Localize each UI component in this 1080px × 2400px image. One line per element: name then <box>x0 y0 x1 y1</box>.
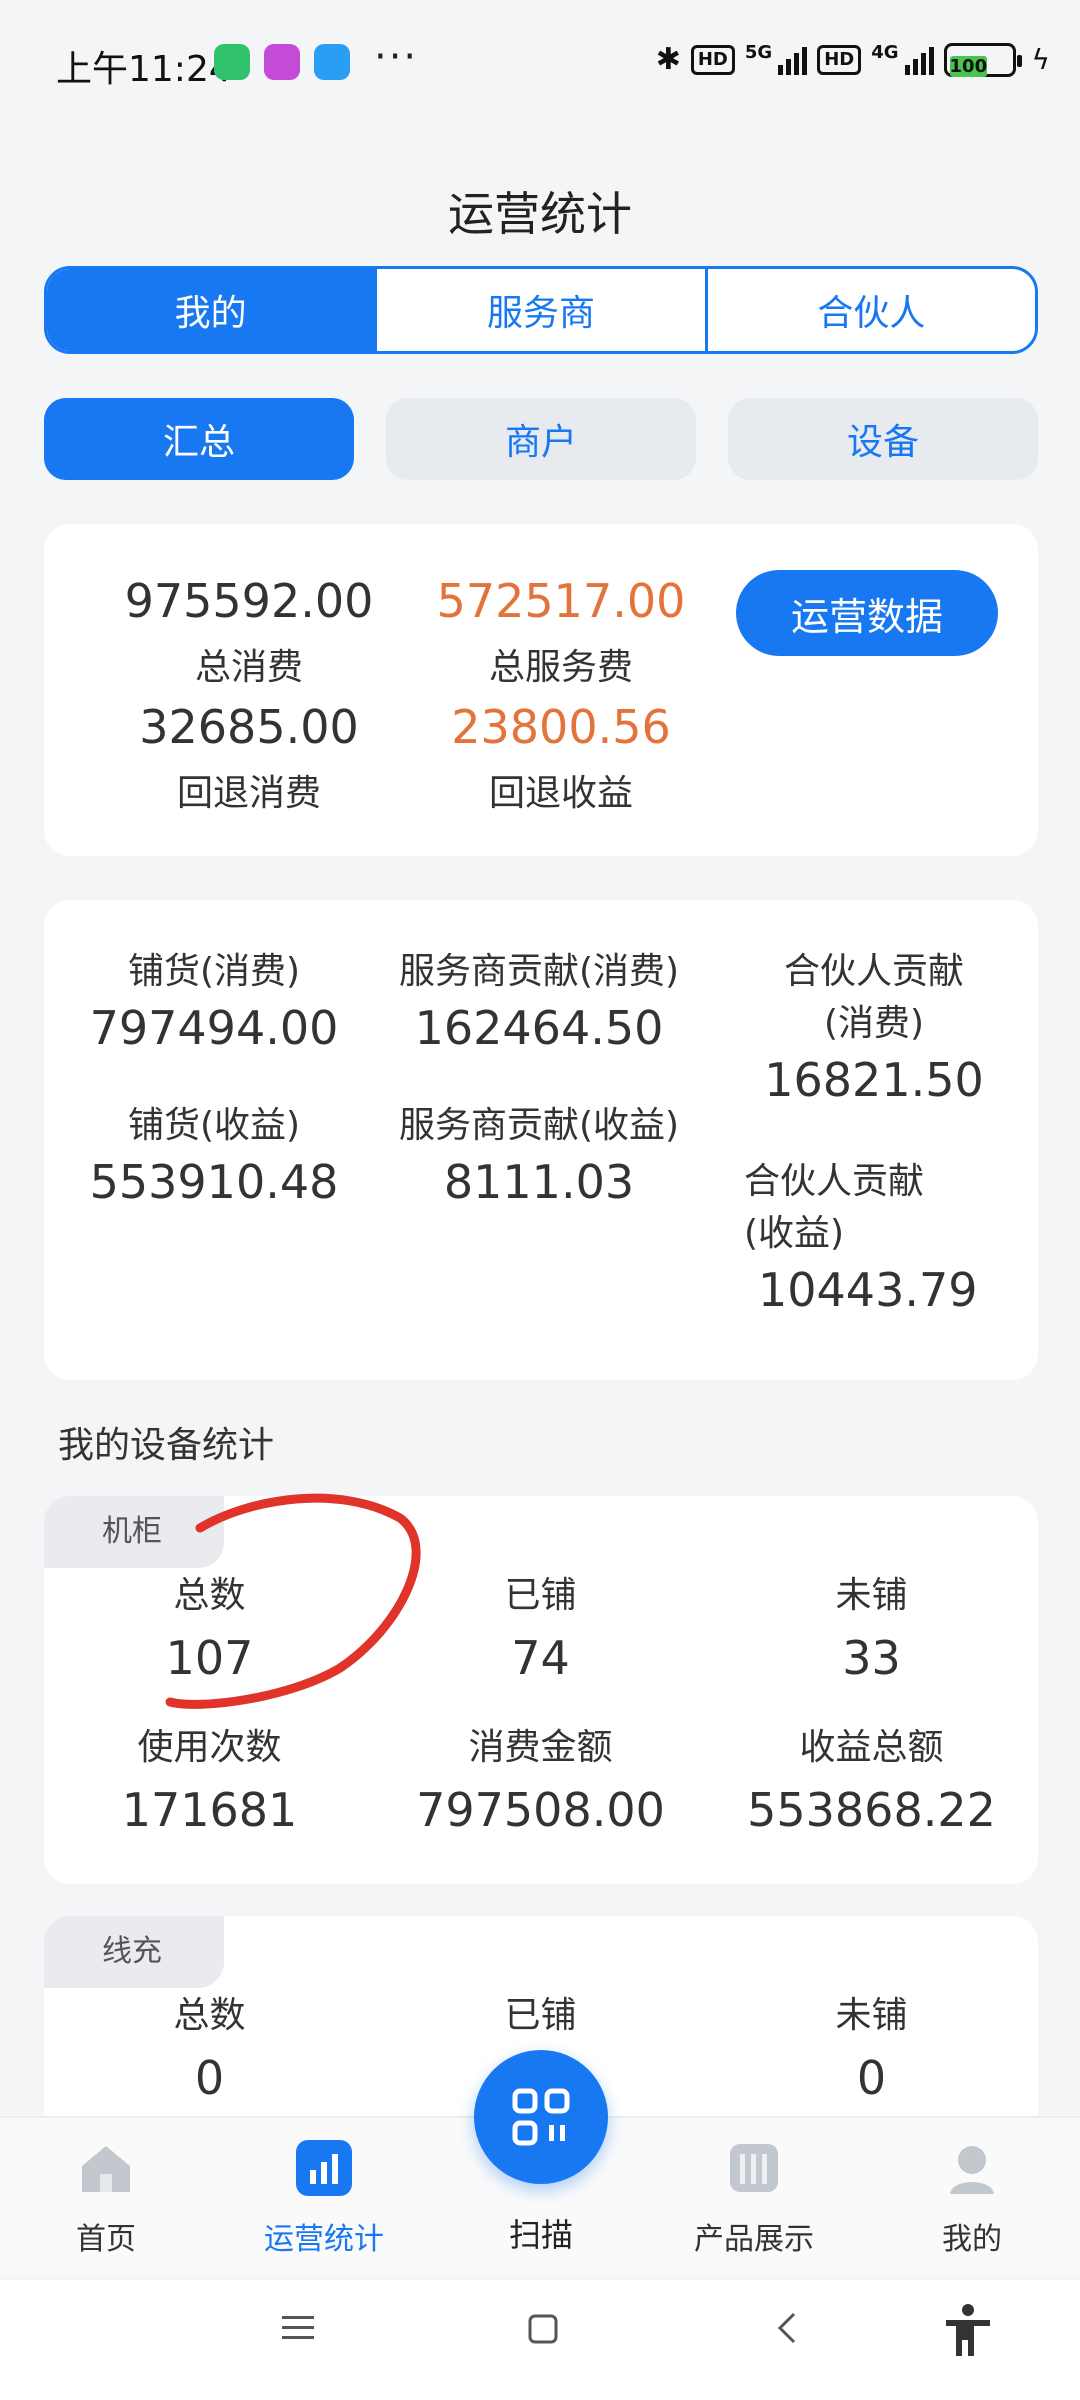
cabinet-uses-value: 171681 <box>121 1783 298 1837</box>
partner-income-label: 合伙人贡献 <box>744 1161 925 1202</box>
partner-consumption-label: 合伙人贡献 <box>783 951 964 992</box>
cable-undeployed-label: 未铺 <box>835 1995 908 2036</box>
device-section-title: 我的设备统计 <box>58 1425 275 1466</box>
home-square-icon[interactable] <box>522 2308 562 2348</box>
nav-products-label: 产品展示 <box>694 2222 814 2257</box>
user-avatar-icon <box>950 2146 994 2194</box>
tab-partner[interactable]: 合伙人 <box>708 269 1035 351</box>
cable-deployed-label: 已铺 <box>504 1995 577 2036</box>
bluetooth-icon: ✱ <box>655 42 681 77</box>
hd-icon-2: HD <box>817 44 862 75</box>
total-consumption-label: 总消费 <box>194 647 303 688</box>
partner-consumption: 合伙人贡献 (消费) 16821.50 <box>724 946 1024 1110</box>
cabinet-undeployed: 未铺 33 <box>706 1566 1037 1690</box>
nav-home[interactable]: 首页 <box>16 2140 196 2258</box>
ops-data-button[interactable]: 运营数据 <box>736 570 998 656</box>
cable-tag: 线充 <box>44 1916 224 1988</box>
nav-stats[interactable]: 运营统计 <box>234 2140 414 2258</box>
cabinet-row-2: 使用次数 171681 消费金额 797508.00 收益总额 553868.2… <box>44 1718 1038 1842</box>
total-service-fee-value: 572517.00 <box>436 574 686 628</box>
cable-undeployed: 未铺 0 <box>706 1986 1037 2110</box>
status-bar: 上午11:24 ··· ✱ HD 5G HD 4G 100 ϟ <box>0 0 1080 130</box>
cable-total: 总数 0 <box>44 1986 375 2110</box>
partner-consumption-value: 16821.50 <box>764 1053 984 1107</box>
app-icon <box>264 44 300 80</box>
signal-icon <box>778 45 808 75</box>
nav-mine-label: 我的 <box>942 2222 1002 2257</box>
provider-income-value: 8111.03 <box>443 1155 635 1209</box>
provider-consumption-label: 服务商贡献(消费) <box>398 951 680 992</box>
home-icon <box>82 2146 130 2192</box>
stock-consumption-value: 797494.00 <box>89 1001 339 1055</box>
menu-icon[interactable] <box>278 2308 318 2348</box>
cabinet-spend: 消费金额 797508.00 <box>375 1718 706 1842</box>
stock-income-label: 铺货(收益) <box>127 1105 301 1146</box>
scan-label: 扫描 <box>508 2216 573 2254</box>
page-title: 运营统计 <box>448 187 632 241</box>
battery-icon: 100 <box>943 42 1022 77</box>
total-service-fee-label: 总服务费 <box>488 647 633 688</box>
status-indicators: ✱ HD 5G HD 4G 100 ϟ <box>656 42 1050 77</box>
total-consumption-value: 975592.00 <box>124 574 374 628</box>
system-nav-bar <box>0 2280 1080 2400</box>
role-tabs: 我的 服务商 合伙人 <box>44 266 1038 354</box>
more-notifications-icon: ··· <box>374 34 419 80</box>
wechat-icon <box>214 44 250 80</box>
cabinet-income: 收益总额 553868.22 <box>706 1718 1037 1842</box>
refund-income-label: 回退收益 <box>488 773 633 814</box>
nav-products[interactable]: 产品展示 <box>664 2140 844 2258</box>
network-type-5g: 5G <box>744 42 773 63</box>
nav-stats-label: 运营统计 <box>264 2222 384 2257</box>
network-type-4g: 4G <box>871 42 899 63</box>
partner-income-sublabel: (收益) <box>744 1213 845 1254</box>
provider-income-label: 服务商贡献(收益) <box>398 1105 680 1146</box>
bar-chart-icon <box>296 2140 352 2196</box>
refund-income-value: 23800.56 <box>451 700 671 754</box>
partner-consumption-sublabel: (消费) <box>823 1003 925 1044</box>
scan-grid-icon <box>512 2088 570 2146</box>
back-icon[interactable] <box>768 2308 808 2348</box>
stock-consumption: 铺货(消费) 797494.00 <box>64 946 364 1058</box>
provider-income: 服务商贡献(收益) 8111.03 <box>374 1100 704 1212</box>
cabinet-undeployed-label: 未铺 <box>835 1575 908 1616</box>
charging-icon: ϟ <box>1031 43 1050 76</box>
cable-undeployed-value: 0 <box>856 2051 887 2105</box>
tab-device[interactable]: 设备 <box>728 398 1038 480</box>
contribution-card: 铺货(消费) 797494.00 服务商贡献(消费) 162464.50 合伙人… <box>44 900 1038 1380</box>
tab-mine[interactable]: 我的 <box>47 269 378 351</box>
annotation-circle-mark <box>165 1493 421 1709</box>
provider-consumption-value: 162464.50 <box>414 1001 664 1055</box>
cabinet-income-value: 553868.22 <box>747 1783 996 1837</box>
refund-consumption-label: 回退消费 <box>176 773 321 814</box>
cabinet-spend-value: 797508.00 <box>416 1783 665 1837</box>
cabinet-undeployed-value: 33 <box>842 1631 901 1685</box>
cabinet-uses: 使用次数 171681 <box>44 1718 375 1842</box>
sub-tabs: 汇总 商户 设备 <box>44 398 1038 480</box>
nav-mine[interactable]: 我的 <box>882 2140 1062 2258</box>
tab-merchant[interactable]: 商户 <box>386 398 696 480</box>
signal-icon-2 <box>904 45 934 75</box>
stock-income-value: 553910.48 <box>89 1155 339 1209</box>
tab-service-provider[interactable]: 服务商 <box>377 269 708 351</box>
scan-button[interactable] <box>474 2050 608 2184</box>
battery-level: 100 <box>949 55 988 77</box>
stock-consumption-label: 铺货(消费) <box>127 951 301 992</box>
accessibility-icon[interactable] <box>942 2302 994 2358</box>
cable-total-value: 0 <box>194 2051 225 2105</box>
refund-consumption-value: 32685.00 <box>139 700 359 754</box>
partner-income-value: 10443.79 <box>758 1263 978 1317</box>
partner-income: 合伙人贡献 (收益) 10443.79 <box>744 1156 1004 1320</box>
app-icon-blue <box>314 44 350 80</box>
nav-home-label: 首页 <box>76 2222 136 2257</box>
product-cabinet-icon <box>730 2144 778 2192</box>
status-time: 上午11:24 <box>56 49 232 90</box>
tab-summary[interactable]: 汇总 <box>44 398 354 480</box>
summary-card: 975592.00 总消费 32685.00 回退消费 572517.00 总服… <box>44 524 1038 856</box>
stock-income: 铺货(收益) 553910.48 <box>64 1100 364 1212</box>
hd-icon: HD <box>690 44 735 75</box>
cable-total-label: 总数 <box>173 1995 246 2036</box>
cabinet-income-label: 收益总额 <box>799 1727 944 1768</box>
provider-consumption: 服务商贡献(消费) 162464.50 <box>374 946 704 1058</box>
